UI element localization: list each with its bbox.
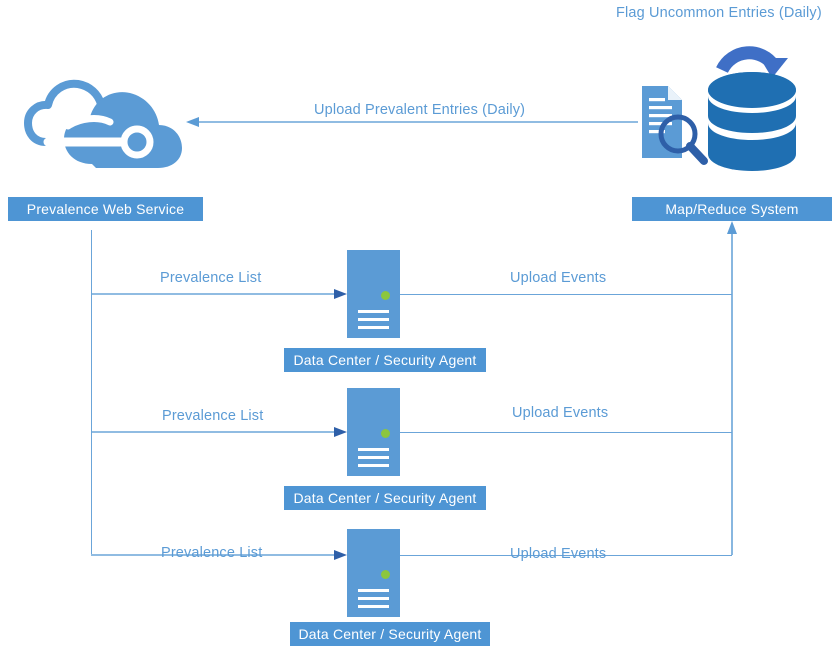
upload-events-line-1 — [400, 294, 732, 295]
prevalence-list-label-2: Prevalence List — [162, 408, 264, 424]
data-center-caption-3: Data Center / Security Agent — [290, 622, 490, 646]
upload-events-label-2: Upload Events — [512, 405, 609, 421]
document-search-icon — [638, 82, 718, 168]
cloud-icon — [24, 70, 184, 175]
upload-events-label-3: Upload Events — [510, 546, 607, 562]
server-line — [358, 456, 389, 459]
prevalence-list-arrow-1 — [91, 285, 347, 303]
prevalence-list-arrow-2 — [91, 423, 347, 441]
status-dot-1 — [381, 291, 390, 300]
server-icon-2 — [347, 388, 400, 476]
upload-prevalent-label: Upload Prevalent Entries (Daily) — [314, 102, 526, 118]
left-trunk-line — [91, 230, 92, 554]
server-line — [358, 464, 389, 467]
server-line — [358, 605, 389, 608]
server-icon-3 — [347, 529, 400, 617]
upload-events-label-1: Upload Events — [510, 270, 607, 286]
flag-uncommon-entries-label: Flag Uncommon Entries (Daily) — [616, 5, 822, 21]
upload-events-line-2 — [400, 432, 732, 433]
prevalence-list-label-3: Prevalence List — [161, 545, 263, 561]
data-center-caption-1: Data Center / Security Agent — [284, 348, 486, 372]
right-trunk-line — [724, 221, 740, 555]
server-line — [358, 597, 389, 600]
prevalence-list-label-1: Prevalence List — [160, 270, 262, 286]
diagram-canvas: Flag Uncommon Entries (Daily) Upload Pre… — [0, 0, 834, 653]
server-line — [358, 326, 389, 329]
prevalence-web-service-caption: Prevalence Web Service — [8, 197, 203, 221]
server-line — [358, 310, 389, 313]
server-line — [358, 448, 389, 451]
data-center-caption-2: Data Center / Security Agent — [284, 486, 486, 510]
status-dot-2 — [381, 429, 390, 438]
map-reduce-system-caption: Map/Reduce System — [632, 197, 832, 221]
server-line — [358, 589, 389, 592]
server-line — [358, 318, 389, 321]
status-dot-3 — [381, 570, 390, 579]
server-icon-1 — [347, 250, 400, 338]
